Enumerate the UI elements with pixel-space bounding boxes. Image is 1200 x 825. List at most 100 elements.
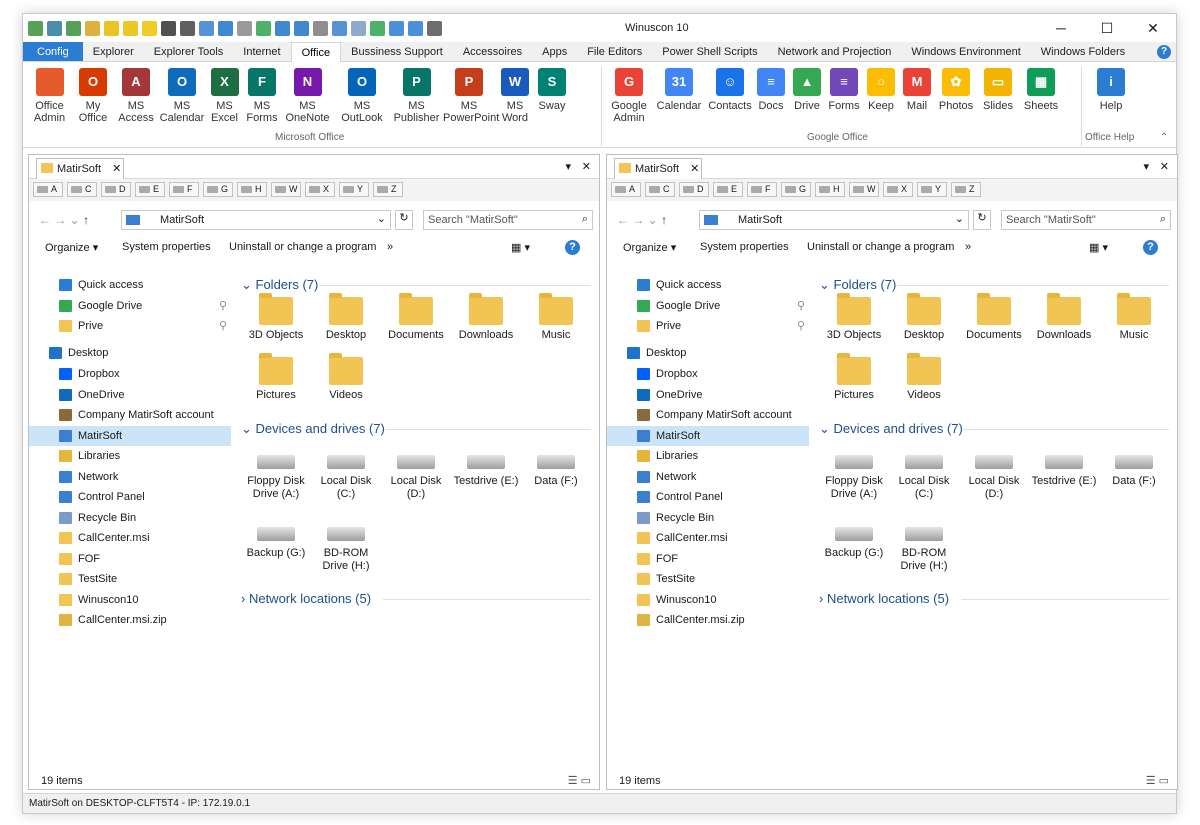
drive-item[interactable]: Floppy Disk Drive (A:) — [821, 437, 887, 501]
folder-item[interactable]: Videos — [313, 353, 379, 402]
tree-item-network[interactable]: Network — [607, 467, 809, 487]
qat-button-icon[interactable] — [237, 20, 252, 36]
ribbon-item-sway[interactable]: S Sway — [535, 68, 569, 112]
tree-item-google-drive[interactable]: Google Drive ⚲ — [607, 296, 809, 316]
maximize-button[interactable]: ☐ — [1084, 14, 1130, 42]
tab-config[interactable]: Config — [23, 42, 83, 61]
tree-item-desktop[interactable]: Desktop — [29, 343, 231, 363]
section-header-network[interactable]: › Network locations (5) — [819, 591, 949, 606]
ribbon-item-ms-publisher[interactable]: P MS Publisher — [390, 68, 443, 124]
drive-item[interactable]: Local Disk (C:) — [891, 437, 957, 501]
qat-button-icon[interactable] — [332, 20, 347, 36]
search-input[interactable]: Search "MatirSoft" ⌕ — [1001, 210, 1171, 230]
tab-apps[interactable]: Apps — [532, 42, 577, 61]
drive-item[interactable]: Data (F:) — [523, 437, 589, 488]
qat-button-icon[interactable] — [294, 20, 309, 36]
qat-button-icon[interactable] — [66, 20, 81, 36]
collapse-ribbon-icon[interactable]: ⌃ — [1160, 132, 1168, 143]
address-dropdown-icon[interactable]: ⌄ — [955, 212, 964, 225]
ribbon-item-google-admin[interactable]: G Google Admin — [607, 68, 651, 124]
drive-item[interactable]: BD-ROM Drive (H:) — [891, 509, 957, 573]
drive-item[interactable]: Backup (G:) — [821, 509, 887, 560]
tree-item-libraries[interactable]: Libraries — [607, 446, 809, 466]
tab-office[interactable]: Office — [290, 42, 342, 63]
drive-button-g[interactable]: G — [203, 182, 233, 197]
help-icon[interactable]: ? — [1143, 240, 1158, 255]
command-2[interactable]: Uninstall or change a program — [229, 241, 376, 253]
breadcrumb[interactable]: MatirSoft — [738, 214, 782, 226]
tree-item-libraries[interactable]: Libraries — [29, 446, 231, 466]
qat-button-icon[interactable] — [218, 20, 233, 36]
tree-item-fof[interactable]: FOF — [607, 549, 809, 569]
drive-button-c[interactable]: C — [67, 182, 97, 197]
drive-item[interactable]: Backup (G:) — [243, 509, 309, 560]
close-pane-icon[interactable]: ✕ — [582, 160, 591, 173]
tree-item-callcenter-msi[interactable]: CallCenter.msi — [29, 528, 231, 548]
drive-button-a[interactable]: A — [611, 182, 641, 197]
minimize-button[interactable]: ─ — [1038, 14, 1084, 42]
drive-item[interactable]: Floppy Disk Drive (A:) — [243, 437, 309, 501]
qat-button-icon[interactable] — [47, 20, 62, 36]
ribbon-item-ms-onenote[interactable]: N MS OneNote — [281, 68, 334, 124]
tab-file-editors[interactable]: File Editors — [577, 42, 652, 61]
section-header-devices[interactable]: ⌄ Devices and drives (7) — [241, 421, 385, 437]
tree-item-control-panel[interactable]: Control Panel — [607, 487, 809, 507]
ribbon-item-ms-forms[interactable]: F MS Forms — [243, 68, 281, 124]
ribbon-item-ms-powerpoint[interactable]: P MS PowerPoint — [443, 68, 499, 124]
drive-item[interactable]: Data (F:) — [1101, 437, 1167, 488]
ribbon-item-help[interactable]: i Help — [1089, 68, 1133, 112]
drive-item[interactable]: Local Disk (D:) — [961, 437, 1027, 501]
qat-button-icon[interactable] — [123, 20, 138, 36]
tree-item-recycle-bin[interactable]: Recycle Bin — [29, 508, 231, 528]
drive-button-x[interactable]: X — [883, 182, 913, 197]
ribbon-item-office-admin[interactable]: Office Admin — [27, 68, 72, 124]
ribbon-item-forms[interactable]: ≡ Forms — [825, 68, 863, 112]
tree-item-google-drive[interactable]: Google Drive ⚲ — [29, 296, 231, 316]
drive-button-z[interactable]: Z — [951, 182, 981, 197]
section-header-folders[interactable]: ⌄ Folders (7) — [241, 277, 318, 293]
tab-dropdown-icon[interactable]: ▾ — [565, 160, 571, 173]
tree-item-prive[interactable]: Prive ⚲ — [607, 316, 809, 336]
tree-item-fof[interactable]: FOF — [29, 549, 231, 569]
tree-item-onedrive[interactable]: OneDrive — [29, 385, 231, 405]
ribbon-item-docs[interactable]: ≡ Docs — [753, 68, 789, 112]
tab-windows-folders[interactable]: Windows Folders — [1031, 42, 1135, 61]
tree-item-network[interactable]: Network — [29, 467, 231, 487]
command-1[interactable]: System properties — [700, 241, 789, 253]
drive-button-g[interactable]: G — [781, 182, 811, 197]
folder-item[interactable]: Music — [523, 293, 589, 342]
tree-item-winuscon10[interactable]: Winuscon10 — [607, 590, 809, 610]
drive-button-z[interactable]: Z — [373, 182, 403, 197]
tree-item-callcenter-msi[interactable]: CallCenter.msi — [607, 528, 809, 548]
qat-button-icon[interactable] — [313, 20, 328, 36]
up-arrow-icon[interactable]: ↑ — [83, 213, 89, 227]
search-input[interactable]: Search "MatirSoft" ⌕ — [423, 210, 593, 230]
ribbon-item-slides[interactable]: ▭ Slides — [977, 68, 1019, 112]
view-options-icon[interactable]: ▦ ▾ — [511, 241, 530, 254]
drive-button-x[interactable]: X — [305, 182, 335, 197]
qat-button-icon[interactable] — [28, 20, 43, 36]
drive-item[interactable]: Local Disk (C:) — [313, 437, 379, 501]
tree-item-onedrive[interactable]: OneDrive — [607, 385, 809, 405]
command-2[interactable]: Uninstall or change a program — [807, 241, 954, 253]
drive-button-a[interactable]: A — [33, 182, 63, 197]
drive-button-y[interactable]: Y — [917, 182, 947, 197]
tree-item-matirsoft[interactable]: MatirSoft — [29, 426, 231, 446]
tree-item-callcenter-msi-zip[interactable]: CallCenter.msi.zip — [607, 610, 809, 630]
close-button[interactable]: ✕ — [1130, 14, 1176, 42]
qat-button-icon[interactable] — [85, 20, 100, 36]
folder-item[interactable]: Videos — [891, 353, 957, 402]
drive-button-c[interactable]: C — [645, 182, 675, 197]
drive-button-d[interactable]: D — [679, 182, 709, 197]
breadcrumb[interactable]: MatirSoft — [160, 214, 204, 226]
tree-item-company-matirsoft-account[interactable]: Company MatirSoft account — [607, 405, 809, 425]
qat-button-icon[interactable] — [180, 20, 195, 36]
qat-button-icon[interactable] — [104, 20, 119, 36]
folder-item[interactable]: Music — [1101, 293, 1167, 342]
qat-button-icon[interactable] — [142, 20, 157, 36]
view-toggle-icons[interactable]: ☰ ▭ — [568, 774, 591, 787]
ribbon-item-keep[interactable]: ○ Keep — [863, 68, 899, 112]
drive-button-w[interactable]: W — [849, 182, 879, 197]
pin-icon[interactable]: ⚲ — [797, 296, 805, 316]
drive-button-h[interactable]: H — [815, 182, 845, 197]
